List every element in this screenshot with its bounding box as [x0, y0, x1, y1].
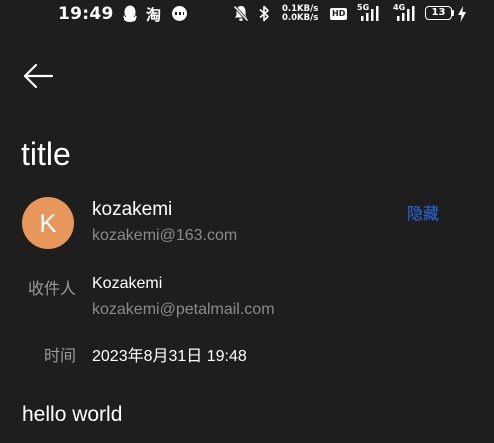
signal-icon: 4G	[393, 3, 417, 26]
hide-details-button[interactable]: 隐藏	[407, 200, 439, 224]
mute-icon	[233, 5, 249, 26]
time-value: 2023年8月31日 19:48	[92, 348, 247, 365]
back-button[interactable]	[20, 58, 56, 94]
recipient-name[interactable]: Kozakemi	[92, 275, 162, 293]
sender-email[interactable]: kozakemi@163.com	[92, 227, 237, 245]
avatar[interactable]: K	[22, 197, 74, 249]
taobao-icon: 淘	[146, 6, 162, 24]
time-label: 时间	[43, 346, 76, 365]
qq-icon	[122, 5, 138, 27]
signal-type-label: 5G	[357, 3, 370, 12]
sender-name[interactable]: kozakemi	[92, 199, 172, 221]
net-speed-down: 0.0KB/s	[282, 13, 319, 23]
arrow-left-icon	[23, 63, 54, 89]
email-body: hello world	[22, 403, 123, 426]
recipient-email[interactable]: kozakemi@petalmail.com	[92, 301, 275, 319]
signal-type-label: 4G	[393, 3, 406, 12]
chat-bubble-icon	[172, 6, 187, 21]
charging-icon	[457, 6, 467, 26]
signal-icon: 5G	[357, 3, 381, 26]
email-subject: title	[21, 136, 71, 172]
network-speed: 0.1KB/s 0.0KB/s	[282, 5, 318, 23]
hd-icon: HD	[330, 8, 348, 20]
recipient-label: 收件人	[27, 279, 76, 298]
battery-tip	[452, 10, 454, 16]
battery-icon: 13	[425, 6, 452, 20]
status-time: 19:49	[58, 4, 114, 24]
bluetooth-icon	[258, 5, 270, 26]
status-bar: 19:49 淘 0.1KB/s 0.0KB/s HD 5G 4G 13	[0, 0, 494, 30]
